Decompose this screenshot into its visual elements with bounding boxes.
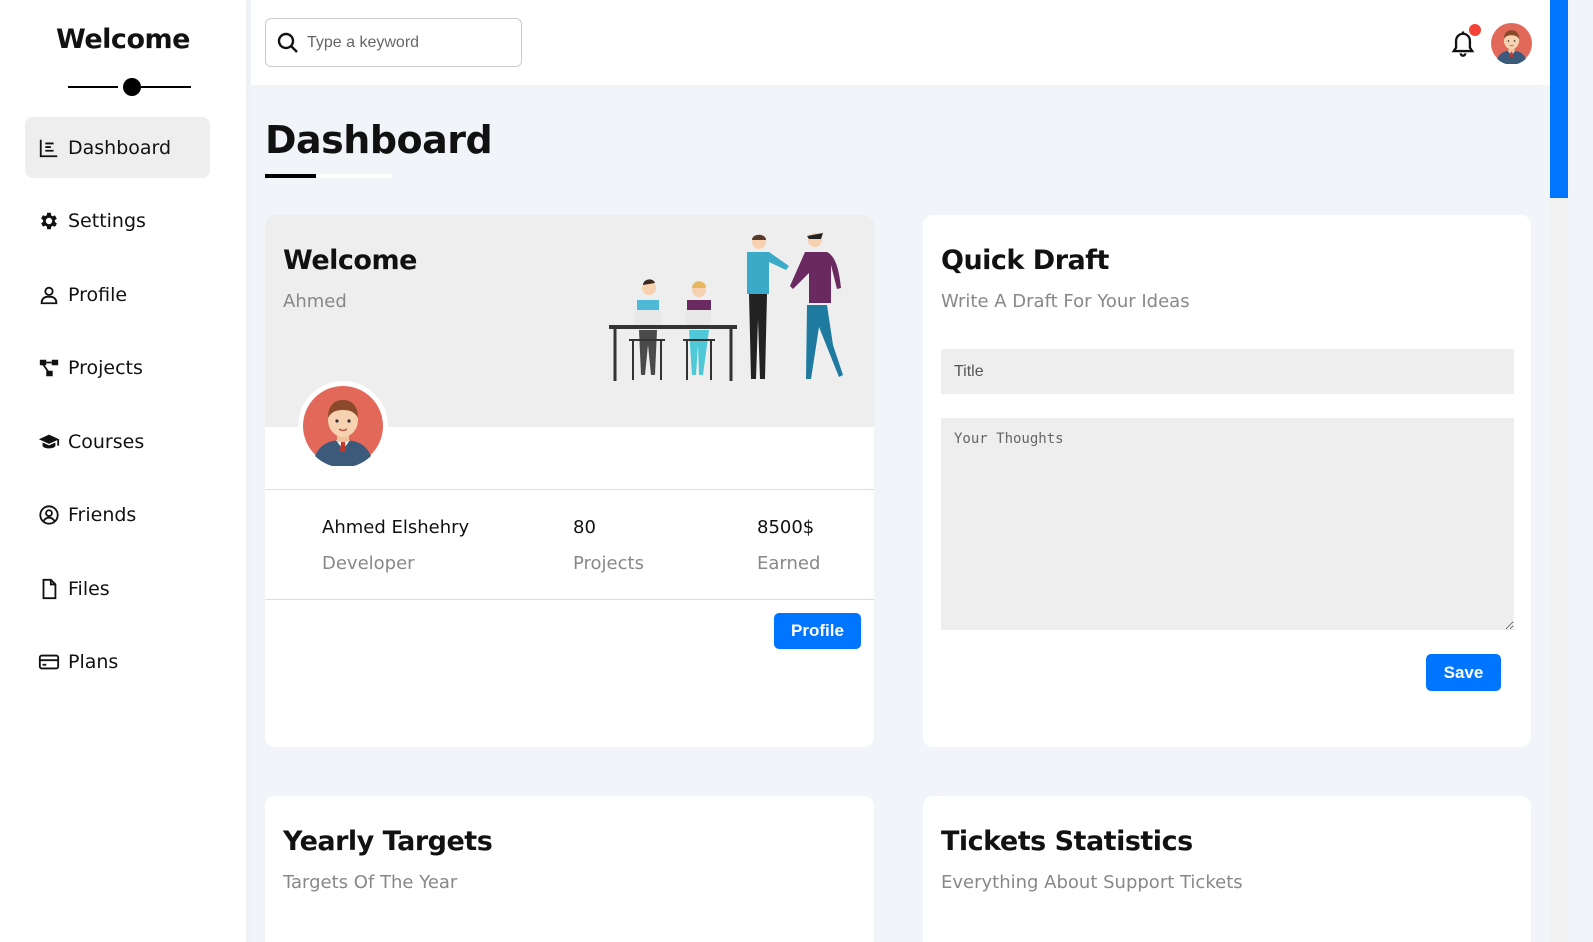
stat-value: 8500$ [757,517,815,538]
graduation-cap-icon [37,430,61,454]
quick-draft-title: Quick Draft [941,245,1109,276]
sidebar-item-label: Projects [68,357,143,379]
stat-value: Ahmed Elshehry [322,517,470,538]
page-title: Dashboard [265,118,493,162]
stat-earned: 8500$ Earned [757,517,820,574]
sidebar-item-label: Dashboard [68,136,172,159]
draft-title-input[interactable] [941,349,1514,394]
diagram-icon [37,356,61,380]
stat-label: Earned [757,553,821,574]
sidebar-item-courses[interactable]: Courses [25,411,210,472]
sidebar: Welcome Dashboard Settings Profile Proje… [0,0,246,942]
avatar [303,386,383,468]
title-underline-light [316,174,392,178]
team-illustration [609,233,843,381]
stat-label: Developer [322,553,415,574]
scrollbar[interactable] [1550,0,1568,942]
sidebar-item-label: Files [68,577,110,600]
welcome-username: Ahmed [283,291,347,312]
divider [265,489,874,490]
brand-decoration [68,78,191,96]
sidebar-item-label: Settings [68,210,146,232]
gear-icon [37,209,61,233]
brand-title: Welcome [56,24,190,55]
sidebar-item-friends[interactable]: Friends [25,485,210,546]
yearly-targets-title: Yearly Targets [283,826,493,857]
yearly-targets-card: Yearly Targets Targets Of The Year [265,796,874,942]
chart-icon [37,136,61,160]
avatar[interactable] [1491,23,1532,64]
sidebar-item-profile[interactable]: Profile [25,264,210,325]
yearly-targets-subtitle: Targets Of The Year [283,872,458,893]
sidebar-item-label: Courses [68,430,145,453]
search-icon [277,32,298,53]
tickets-statistics-title: Tickets Statistics [941,826,1193,857]
user-icon [37,283,61,307]
tickets-statistics-subtitle: Everything About Support Tickets [941,872,1243,893]
scrollbar-thumb[interactable] [1550,0,1568,198]
sidebar-item-dashboard[interactable]: Dashboard [25,117,210,178]
welcome-card: Welcome Ahmed Ahmed Elshehry Developer 8… [265,215,874,747]
stat-name: Ahmed Elshehry Developer [322,517,469,574]
sidebar-item-label: Plans [68,651,119,673]
quick-draft-card: Quick Draft Write A Draft For Your Ideas… [923,215,1531,747]
title-underline [265,174,316,178]
welcome-title: Welcome [283,245,417,276]
search-input[interactable] [307,33,507,52]
tickets-statistics-card: Tickets Statistics Everything About Supp… [923,796,1531,942]
sidebar-item-label: Profile [68,283,128,306]
welcome-avatar [298,381,388,471]
sidebar-nav: Dashboard Settings Profile Projects Cour… [25,117,210,705]
stat-value: 80 [573,517,596,538]
stat-projects: 80 Projects [573,517,644,574]
sidebar-item-projects[interactable]: Projects [25,338,210,399]
search-box[interactable] [265,18,522,67]
save-button[interactable]: Save [1426,654,1501,691]
quick-draft-subtitle: Write A Draft For Your Ideas [941,291,1190,312]
draft-body-textarea[interactable] [941,418,1514,630]
sidebar-item-plans[interactable]: Plans [25,632,210,693]
profile-button[interactable]: Profile [774,613,861,649]
sidebar-item-settings[interactable]: Settings [25,191,210,252]
stat-label: Projects [573,553,644,574]
sidebar-item-files[interactable]: Files [25,558,210,619]
top-header [251,0,1550,85]
divider [265,599,874,600]
credit-card-icon [37,650,61,674]
file-icon [37,577,61,601]
user-circle-icon [37,503,61,527]
sidebar-item-label: Friends [68,504,137,526]
notification-dot [1469,24,1481,36]
